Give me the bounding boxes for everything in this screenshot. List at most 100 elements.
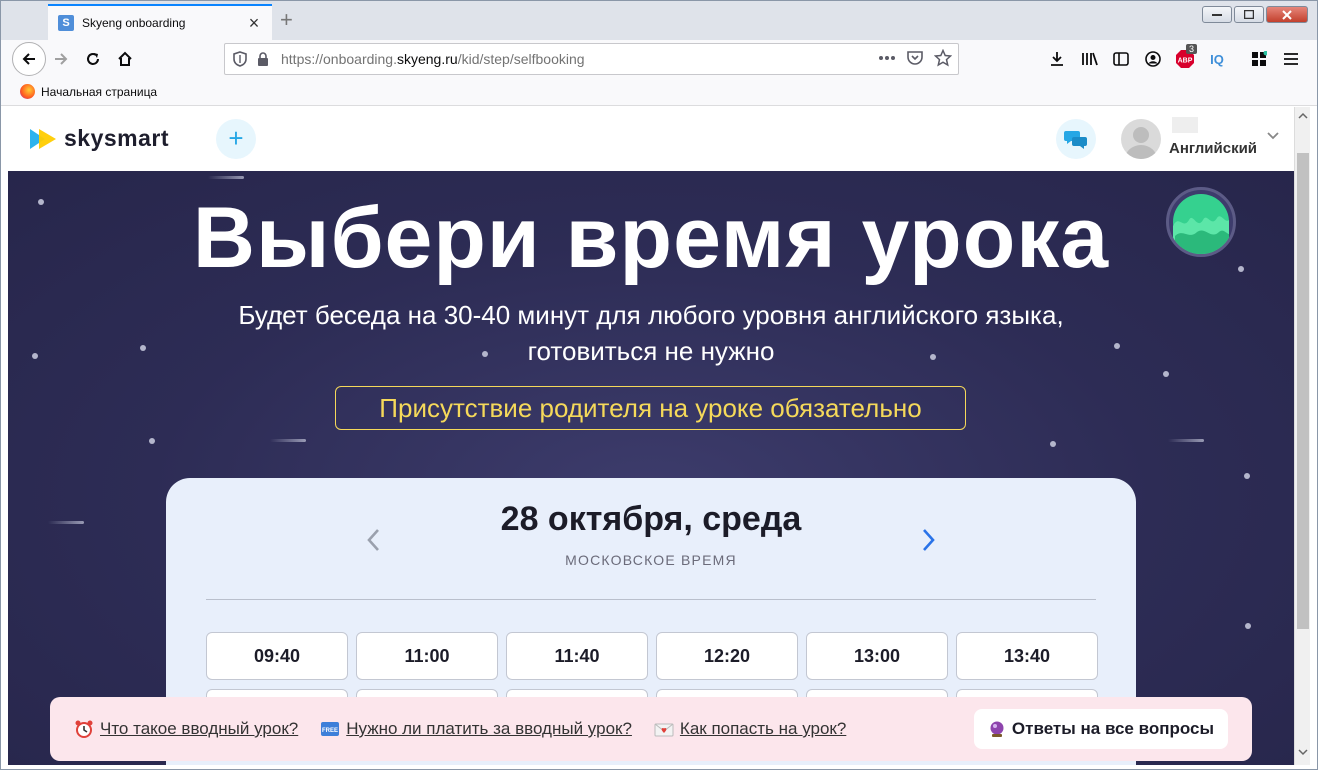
skysmart-logo[interactable]: skysmart [28,125,169,152]
tab-strip: S Skyeng onboarding × + [0,0,1318,40]
library-button[interactable] [1077,44,1103,74]
home-button[interactable] [110,44,140,74]
user-name-redacted [1172,117,1198,133]
crystal-ball-icon [990,721,1004,737]
app-menu-button[interactable] [1278,44,1304,74]
tracking-shield-icon[interactable] [233,51,247,67]
arrow-left-icon [22,53,35,65]
comet-decoration [1168,439,1204,442]
hamburger-icon [1284,53,1298,65]
faq-bar: Что такое вводный урок? FREE Нужно ли пл… [50,697,1252,761]
svg-text:FREE: FREE [322,728,338,734]
page-title: Выбери время урока [192,190,1110,286]
selected-date: 28 октября, среда [500,500,802,538]
window-controls [1200,6,1308,23]
star-decoration [1050,441,1056,447]
user-subject[interactable]: Английский [1169,140,1257,157]
user-avatar[interactable] [1121,119,1161,159]
scroll-up-arrow-icon[interactable] [1296,111,1310,121]
all-answers-button[interactable]: Ответы на все вопросы [973,709,1228,749]
page-actions-icon[interactable] [878,55,896,61]
hero-section: Выбери время урока Будет беседа на 30-40… [8,171,1294,765]
sidebar-icon [1113,52,1129,66]
close-tab-icon[interactable]: × [246,14,262,32]
scrollbar-thumb[interactable] [1297,153,1309,629]
navigation-toolbar: https://onboarding.skyeng.ru/kid/step/se… [0,40,1318,78]
bookmark-star-icon[interactable] [934,49,952,67]
subtitle-line: Будет беседа на 30-40 минут для любого у… [238,300,1064,330]
iq-extension-button[interactable]: IQ [1204,44,1230,74]
bookmark-home-page[interactable]: Начальная страница [41,85,157,99]
comet-decoration [48,521,84,524]
home-icon [118,51,132,66]
adblock-plus-button[interactable]: ABP 3 [1172,44,1198,74]
chat-button[interactable] [1056,119,1096,159]
time-slot-button[interactable]: 11:00 [356,632,498,680]
next-day-arrow-icon[interactable] [916,526,940,554]
reload-button[interactable] [78,44,108,74]
comet-decoration [270,439,306,442]
chevron-down-icon[interactable] [1266,131,1280,141]
maximize-window-button[interactable] [1234,6,1264,23]
faq-link-is-intro-lesson-paid[interactable]: Нужно ли платить за вводный урок? [346,719,632,739]
puzzle-icon [1252,51,1267,66]
envelope-heart-icon [654,719,674,739]
subtitle-line: готовиться не нужно [527,336,775,366]
bookmarks-toolbar: Начальная страница [0,78,1318,106]
svg-text:ABP: ABP [1178,58,1193,65]
time-slot-button[interactable]: 09:40 [206,632,348,680]
faq-item[interactable]: FREE Нужно ли платить за вводный урок? [320,719,632,739]
faq-item[interactable]: Что такое вводный урок? [74,719,298,739]
logo-text: skysmart [64,125,170,151]
time-slot-button[interactable]: 12:20 [656,632,798,680]
comet-decoration [208,176,244,179]
time-slot-button[interactable]: 13:00 [806,632,948,680]
library-icon [1082,52,1098,66]
account-button[interactable] [1140,44,1166,74]
skysmart-logo-icon [30,128,56,149]
alarm-clock-icon [74,719,94,739]
sidebar-button[interactable] [1108,44,1134,74]
time-slot-button[interactable]: 11:40 [506,632,648,680]
divider [206,599,1096,600]
all-answers-label: Ответы на все вопросы [1011,719,1214,738]
scroll-down-arrow-icon[interactable] [1296,747,1310,757]
faq-item[interactable]: Как попасть на урок? [654,719,846,739]
site-header: skysmart + Английский [8,107,1294,171]
lock-icon[interactable] [257,52,269,66]
browser-tab-active[interactable]: S Skyeng onboarding × [48,4,272,40]
faq-link-what-is-intro-lesson[interactable]: Что такое вводный урок? [100,719,298,739]
back-button[interactable] [12,42,46,76]
forward-button[interactable] [46,44,76,74]
add-button[interactable]: + [216,119,256,159]
page-subtitle: Будет беседа на 30-40 минут для любого у… [8,297,1294,369]
reload-icon [87,53,99,65]
arrow-right-icon [55,53,68,65]
parent-presence-notice: Присутствие родителя на уроке обязательн… [335,386,966,430]
star-decoration [1244,473,1250,479]
chat-bubbles-icon [1064,131,1087,149]
url-text[interactable]: https://onboarding.skyeng.ru/kid/step/se… [281,51,585,67]
user-avatar-icon [1125,127,1157,159]
abp-count-badge: 3 [1186,44,1198,54]
address-bar[interactable]: https://onboarding.skyeng.ru/kid/step/se… [224,43,959,75]
downloads-button[interactable] [1044,44,1070,74]
skyeng-favicon-icon: S [58,15,74,31]
time-slot-button[interactable]: 13:40 [956,632,1098,680]
pocket-icon[interactable] [906,50,924,66]
web-page: skysmart + Английский Выбери время урока… [8,107,1294,765]
url-actions [878,49,952,67]
page-scrollbar[interactable] [1294,107,1310,765]
firefox-icon [20,84,35,99]
minimize-window-button[interactable] [1202,6,1232,23]
extensions-button[interactable] [1246,44,1272,74]
new-tab-button[interactable]: + [280,8,293,32]
star-decoration [1245,623,1251,629]
star-decoration [1163,371,1169,377]
tab-title: Skyeng onboarding [82,16,186,30]
free-badge-icon: FREE [320,719,340,739]
close-window-button[interactable] [1266,6,1308,23]
account-icon [1145,51,1161,67]
star-decoration [149,438,155,444]
faq-link-how-to-join-lesson[interactable]: Как попасть на урок? [680,719,846,739]
